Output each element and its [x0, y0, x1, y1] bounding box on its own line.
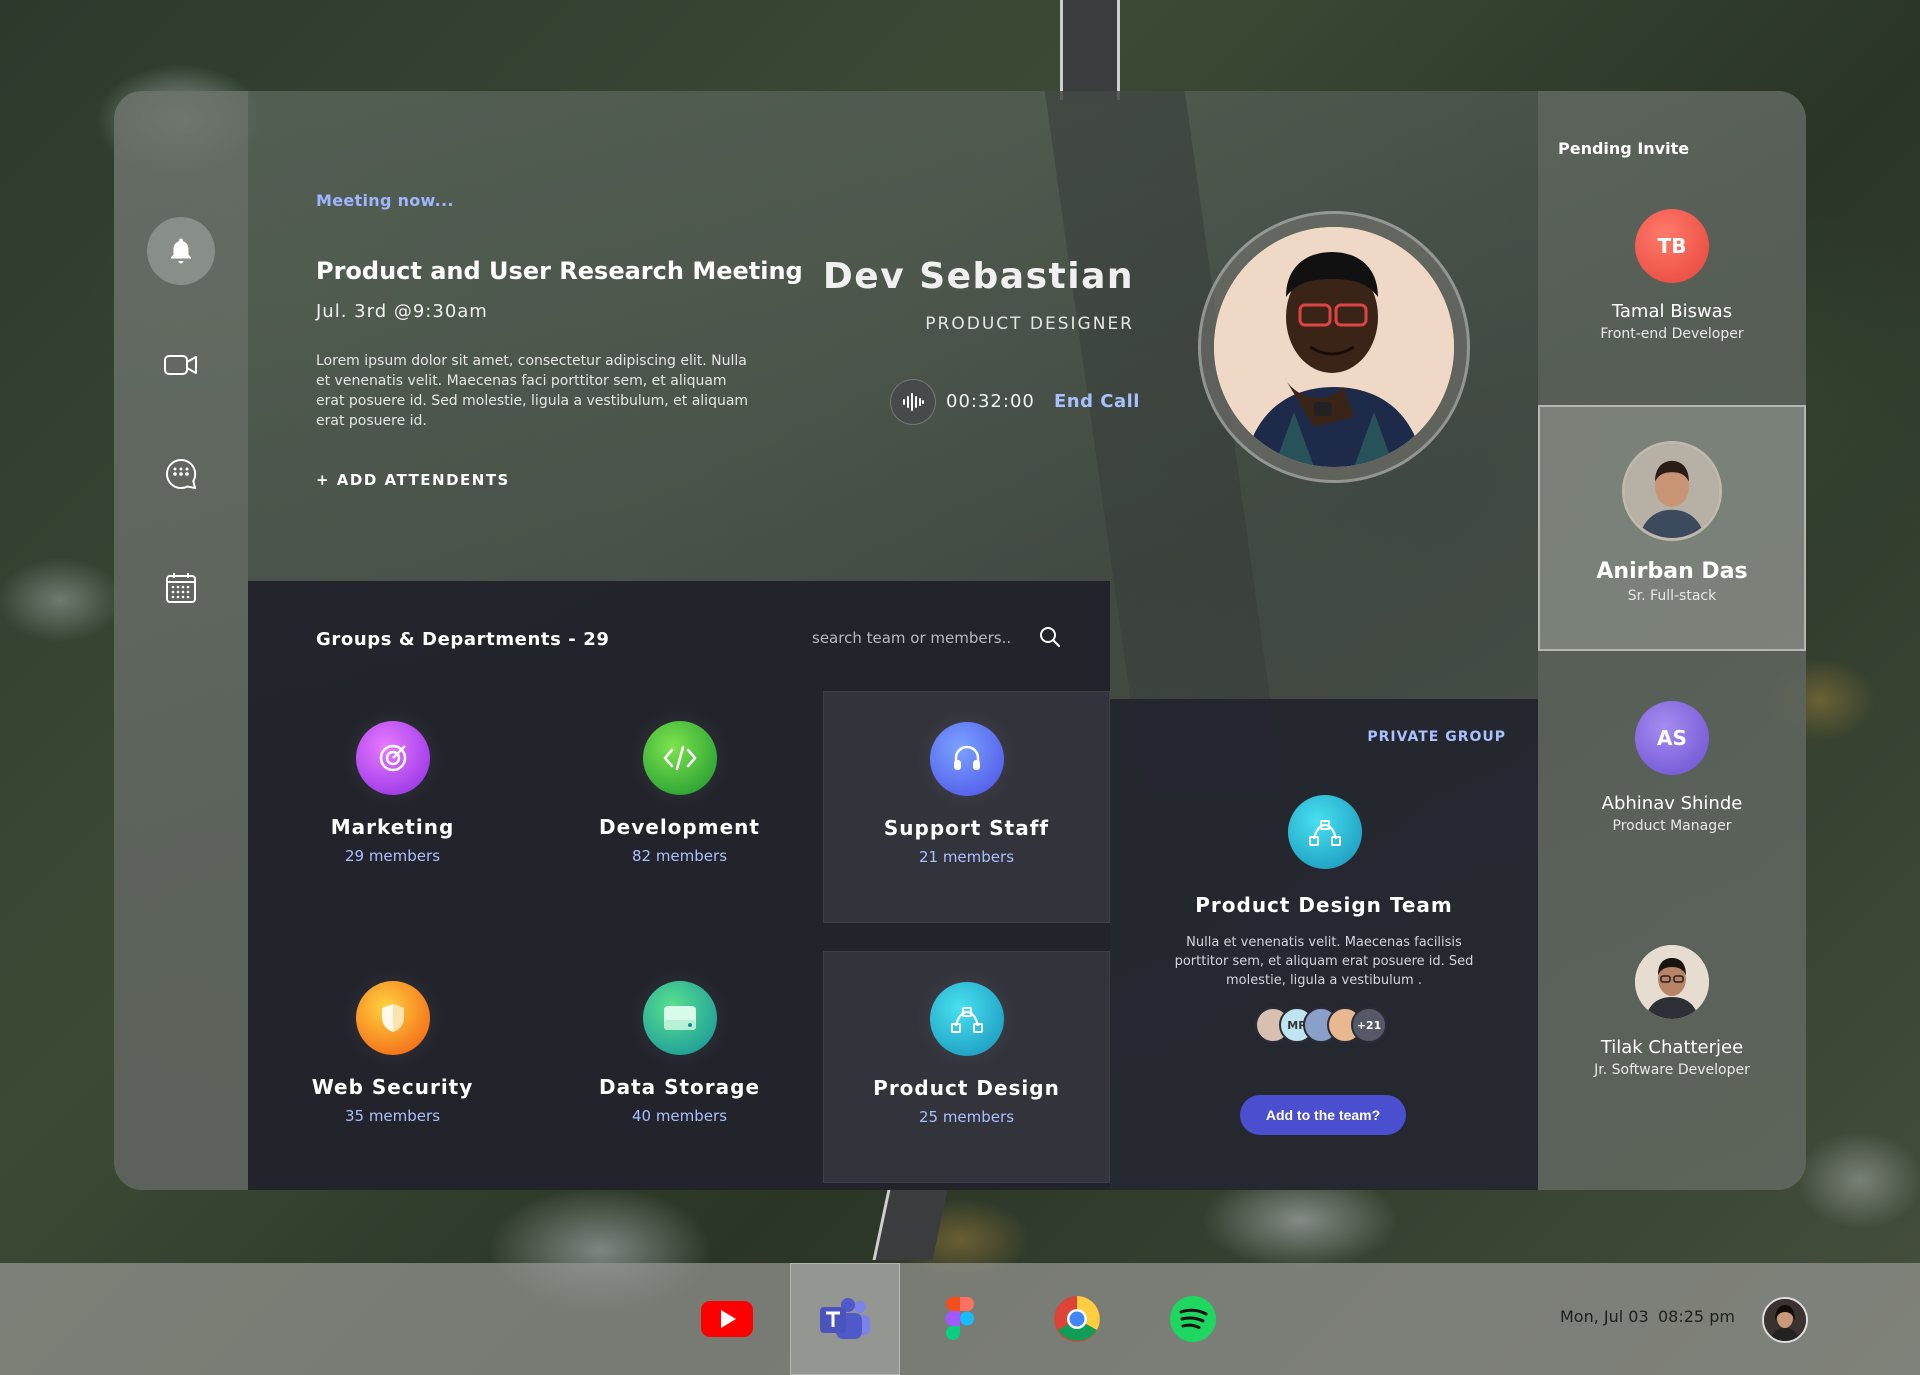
group-count: 29 members: [344, 847, 441, 865]
search-input[interactable]: search team or members..: [812, 629, 1011, 647]
invite-name: Abhinav Shinde: [1601, 793, 1743, 814]
group-name: Marketing: [330, 815, 455, 839]
sidebar: [114, 91, 248, 1190]
invite-role: Product Manager: [1612, 818, 1732, 834]
more-members-count: +21: [1351, 1007, 1387, 1043]
member-avatars[interactable]: MR +21: [1255, 1007, 1405, 1043]
invite-card[interactable]: Tilak Chatterjee Jr. Software Developer: [1538, 945, 1806, 1078]
spotify-icon[interactable]: [1138, 1263, 1248, 1375]
group-name: Web Security: [311, 1075, 474, 1099]
background-road: [1060, 0, 1120, 100]
invite-name: Tamal Biswas: [1611, 301, 1733, 322]
private-group-label: PRIVATE GROUP: [1367, 729, 1506, 745]
group-name: Support Staff: [883, 816, 1050, 840]
invite-name: Tilak Chatterjee: [1600, 1037, 1744, 1058]
search-icon[interactable]: [1038, 625, 1062, 653]
private-group-card: PRIVATE GROUP Product Design Team Nulla …: [1110, 699, 1538, 1190]
group-name: Data Storage: [598, 1075, 761, 1099]
add-to-team-button[interactable]: Add to the team?: [1240, 1095, 1406, 1135]
meeting-description: Lorem ipsum dolor sit amet, consectetur …: [316, 353, 749, 429]
teams-icon[interactable]: [790, 1263, 900, 1375]
invite-card[interactable]: TB Tamal Biswas Front-end Developer: [1538, 209, 1806, 342]
call-controls: 00:32:00 End Call: [890, 379, 1140, 425]
audio-wave-icon: [903, 393, 924, 411]
taskbar: Mon, Jul 03 08:25 pm: [0, 1263, 1920, 1375]
avatar: [1635, 945, 1709, 1019]
pending-invites-panel: Pending Invite TB Tamal Biswas Front-end…: [1538, 91, 1806, 1190]
bell-icon[interactable]: [147, 217, 215, 285]
taskbar-time: 08:25 pm: [1658, 1307, 1735, 1326]
invite-role: Jr. Software Developer: [1594, 1062, 1750, 1078]
end-call-button[interactable]: End Call: [1054, 391, 1140, 412]
meeting-status: Meeting now...: [316, 191, 454, 210]
target-icon: [355, 721, 430, 795]
invite-card-selected[interactable]: Anirban Das Sr. Full-stack: [1538, 405, 1806, 651]
group-count: 82 members: [631, 847, 728, 865]
main-window: Meeting now... Product and User Research…: [114, 91, 1806, 1190]
invite-role: Sr. Full-stack: [1627, 588, 1717, 604]
host-role: PRODUCT DESIGNER: [925, 314, 1134, 334]
vector-icon: [1288, 795, 1362, 869]
invite-role: Front-end Developer: [1600, 326, 1744, 342]
group-card-product-design[interactable]: Product Design 25 members: [823, 951, 1110, 1183]
shield-icon: [355, 981, 430, 1055]
add-attendees-button[interactable]: + ADD ATTENDENTS: [316, 471, 510, 489]
meeting-title: Product and User Research Meeting: [316, 257, 803, 285]
group-count: 35 members: [344, 1107, 441, 1125]
avatar: TB: [1635, 209, 1709, 283]
host-name: Dev Sebastian: [822, 256, 1134, 297]
meeting-datetime: Jul. 3rd @9:30am: [316, 301, 488, 322]
figma-icon[interactable]: [905, 1263, 1015, 1375]
chrome-icon[interactable]: [1022, 1263, 1132, 1375]
group-name: Development: [599, 815, 760, 839]
vector-icon: [929, 982, 1004, 1056]
private-group-title: Product Design Team: [1195, 893, 1453, 917]
invite-name: Anirban Das: [1596, 559, 1748, 584]
group-count: 25 members: [918, 1108, 1015, 1126]
call-timer: 00:32:00: [946, 391, 1035, 412]
groups-panel: Groups & Departments - 29 search team or…: [248, 581, 1110, 1190]
video-camera-icon[interactable]: [147, 331, 215, 399]
avatar: [1622, 441, 1722, 541]
pending-invites-title: Pending Invite: [1558, 139, 1690, 158]
background-road-lower: [872, 1190, 948, 1260]
private-group-description: Nulla et venenatis velit. Maecenas facil…: [1174, 935, 1474, 988]
group-count: 21 members: [918, 848, 1015, 866]
chat-icon[interactable]: [147, 440, 215, 508]
host-avatar: [1214, 227, 1454, 467]
group-card-development[interactable]: Development 82 members: [536, 691, 823, 923]
taskbar-date: Mon, Jul 03: [1560, 1307, 1649, 1326]
group-card-web-security[interactable]: Web Security 35 members: [249, 951, 536, 1183]
audio-wave-button[interactable]: [890, 379, 936, 425]
drive-icon: [642, 981, 717, 1055]
group-name: Product Design: [873, 1076, 1060, 1100]
group-card-support-staff[interactable]: Support Staff 21 members: [823, 691, 1110, 923]
group-count: 40 members: [631, 1107, 728, 1125]
groups-title: Groups & Departments - 29: [316, 629, 610, 650]
avatar: AS: [1635, 701, 1709, 775]
youtube-icon[interactable]: [672, 1263, 782, 1375]
headset-icon: [929, 722, 1004, 796]
group-card-data-storage[interactable]: Data Storage 40 members: [536, 951, 823, 1183]
user-avatar[interactable]: [1762, 1297, 1808, 1343]
calendar-icon[interactable]: [147, 554, 215, 622]
code-icon: [642, 721, 717, 795]
invite-card[interactable]: AS Abhinav Shinde Product Manager: [1538, 701, 1806, 834]
group-card-marketing[interactable]: Marketing 29 members: [249, 691, 536, 923]
